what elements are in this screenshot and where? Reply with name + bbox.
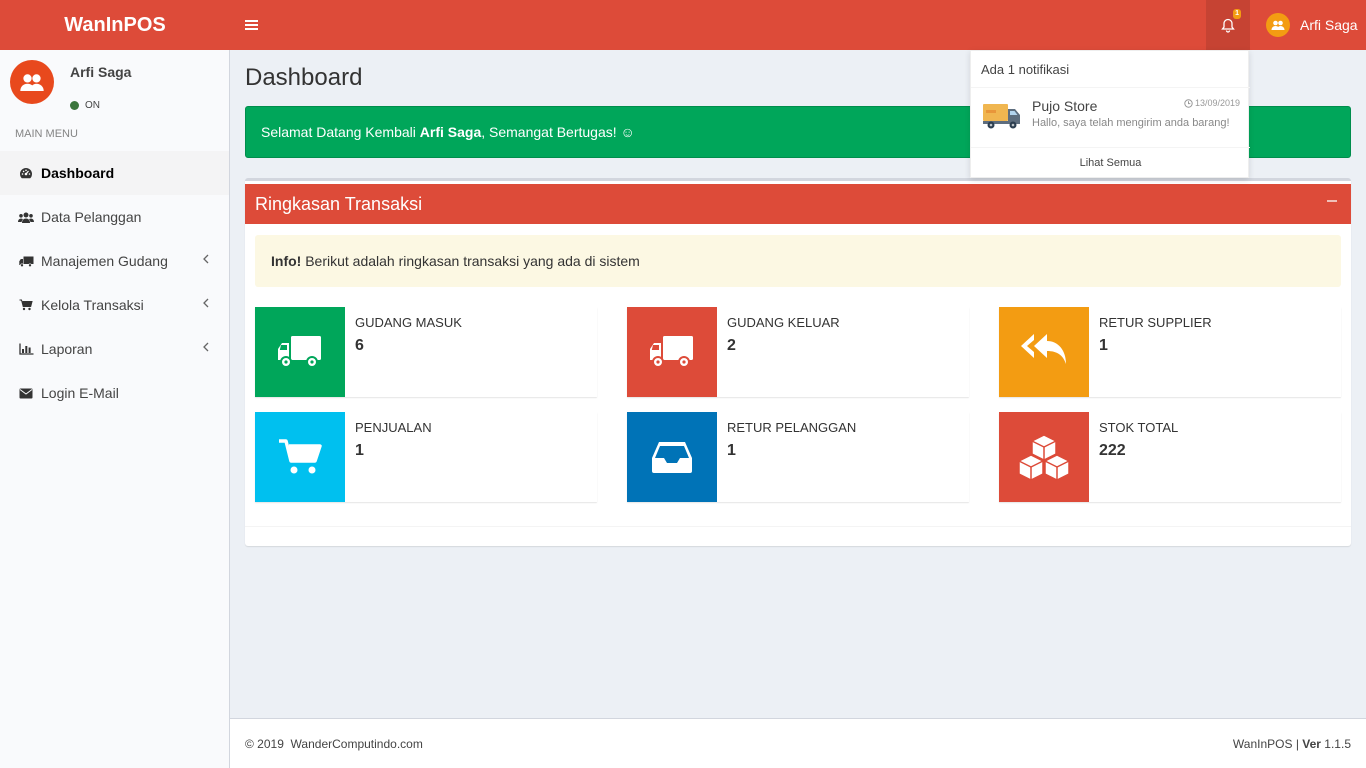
notification-item[interactable]: Pujo Store 13/09/2019 Hallo, saya telah … — [971, 88, 1250, 146]
welcome-suffix: , Semangat Bertugas! ☺ — [481, 124, 635, 140]
online-status: ON — [70, 100, 100, 111]
notifications-button[interactable]: 1 — [1206, 0, 1250, 50]
notification-count-badge: 1 — [1233, 9, 1241, 19]
menu-header: MAIN MENU — [15, 128, 78, 140]
truck-icon — [18, 253, 34, 269]
box-title: Ringkasan Transaksi — [255, 193, 423, 214]
sidebar-item-label: Laporan — [41, 341, 93, 357]
stat-value: 1 — [727, 442, 736, 459]
cubes-icon — [999, 412, 1089, 502]
sidebar-item-laporan[interactable]: Laporan — [0, 327, 229, 371]
bar-chart-icon — [18, 341, 34, 357]
user-avatar — [10, 60, 54, 104]
stat-value: 222 — [1099, 442, 1126, 459]
see-all-notifications-link[interactable]: Lihat Semua — [971, 148, 1250, 178]
box-footer-divider — [245, 526, 1351, 527]
welcome-prefix: Selamat Datang Kembali — [261, 124, 420, 140]
sidebar-item-kelola-transaksi[interactable]: Kelola Transaksi — [0, 283, 229, 327]
callout-text: Berikut adalah ringkasan transaksi yang … — [301, 253, 640, 269]
chevron-left-icon — [203, 342, 209, 352]
inbox-icon — [627, 412, 717, 502]
sidebar-item-data-pelanggan[interactable]: Data Pelanggan — [0, 195, 229, 239]
stat-label: RETUR PELANGGAN — [727, 420, 857, 435]
stat-retur-pelanggan[interactable]: RETUR PELANGGAN 1 — [627, 412, 969, 502]
notification-message: Hallo, saya telah mengirim anda barang! — [1032, 117, 1230, 129]
stat-label: GUDANG MASUK — [355, 315, 462, 330]
collapse-button[interactable] — [1327, 200, 1337, 202]
status-dot — [70, 101, 79, 110]
stat-value: 1 — [355, 442, 364, 459]
sidebar-item-manajemen-gudang[interactable]: Manajemen Gudang — [0, 239, 229, 283]
sidebar-item-dashboard[interactable]: Dashboard — [0, 151, 229, 195]
truck-icon — [255, 307, 345, 397]
notification-time: 13/09/2019 — [1184, 98, 1240, 108]
info-callout: Info! Berikut adalah ringkasan transaksi… — [255, 235, 1341, 287]
user-avatar-small — [1266, 13, 1290, 37]
transaction-summary-box: Ringkasan Transaksi Info! Berikut adalah… — [245, 178, 1351, 546]
user-panel: Arfi Saga ON — [10, 60, 220, 120]
stat-value: 1 — [1099, 337, 1108, 354]
notifications-dropdown: Ada 1 notifikasi Pujo Store 13/09/2019 H… — [970, 50, 1250, 178]
cart-icon — [18, 297, 34, 313]
footer-copyright: © 2019 WanderComputindo.com — [245, 737, 423, 751]
sidebar-item-label: Data Pelanggan — [41, 209, 142, 225]
top-navbar: WanInPOS 1 Arfi Saga — [0, 0, 1366, 50]
notifications-header: Ada 1 notifikasi — [981, 62, 1070, 77]
header-user-name: Arfi Saga — [1300, 17, 1358, 33]
stat-label: PENJUALAN — [355, 420, 432, 435]
page-title: Dashboard — [245, 64, 363, 91]
users-icon — [18, 209, 34, 225]
notification-sender: Pujo Store — [1032, 98, 1098, 114]
company-link[interactable]: WanderComputindo.com — [291, 737, 423, 751]
cart-icon — [255, 412, 345, 502]
envelope-icon — [18, 385, 34, 401]
footer-version: WanInPOS | Ver 1.1.5 — [1233, 737, 1351, 751]
users-icon — [1271, 20, 1285, 30]
sidebar-item-label: Login E-Mail — [41, 385, 119, 401]
stat-value: 2 — [727, 337, 736, 354]
version-number: 1.1.5 — [1320, 736, 1351, 751]
chevron-left-icon — [203, 254, 209, 264]
delivery-truck-icon — [983, 104, 1020, 129]
sidebar-item-label: Kelola Transaksi — [41, 297, 144, 313]
sidebar-item-label: Dashboard — [41, 165, 115, 181]
chevron-left-icon — [203, 298, 209, 308]
stat-retur-supplier[interactable]: RETUR SUPPLIER 1 — [999, 307, 1341, 397]
notification-date: 13/09/2019 — [1194, 98, 1240, 108]
sidebar-item-login-email[interactable]: Login E-Mail — [0, 371, 229, 415]
copyright-text: © 2019 — [245, 736, 284, 751]
callout-bold: Info! — [271, 253, 302, 269]
sidebar-toggle-button[interactable] — [232, 0, 270, 50]
stat-penjualan[interactable]: PENJUALAN 1 — [255, 412, 597, 502]
stat-label: GUDANG KELUAR — [727, 315, 840, 330]
welcome-user-name: Arfi Saga — [419, 124, 482, 140]
clock-icon — [1184, 98, 1193, 108]
hamburger-icon — [244, 20, 258, 30]
sidebar-item-label: Manajemen Gudang — [41, 253, 168, 269]
stat-label: RETUR SUPPLIER — [1099, 315, 1212, 330]
box-header: Ringkasan Transaksi — [245, 184, 1351, 224]
stat-stok-total[interactable]: STOK TOTAL 222 — [999, 412, 1341, 502]
reply-all-icon — [999, 307, 1089, 397]
user-menu-button[interactable]: Arfi Saga — [1254, 0, 1358, 50]
dashboard-icon — [18, 165, 34, 181]
users-icon — [20, 74, 44, 91]
sidebar: Arfi Saga ON MAIN MENU Dashboard Data Pe… — [0, 50, 230, 768]
stat-gudang-masuk[interactable]: GUDANG MASUK 6 — [255, 307, 597, 397]
stat-label: STOK TOTAL — [1099, 420, 1179, 435]
bell-icon — [1221, 18, 1235, 33]
app-logo[interactable]: WanInPOS — [0, 0, 230, 50]
stat-gudang-keluar[interactable]: GUDANG KELUAR 2 — [627, 307, 969, 397]
version-label: Ver — [1302, 736, 1321, 751]
truck-icon — [627, 307, 717, 397]
stat-value: 6 — [355, 337, 364, 354]
status-label: ON — [85, 100, 100, 111]
page-footer: © 2019 WanderComputindo.com WanInPOS | V… — [230, 718, 1366, 768]
footer-app-name: WanInPOS | — [1232, 736, 1303, 751]
main-menu: Dashboard Data Pelanggan Manajemen Gudan… — [0, 151, 229, 415]
sidebar-user-name: Arfi Saga — [70, 64, 132, 80]
